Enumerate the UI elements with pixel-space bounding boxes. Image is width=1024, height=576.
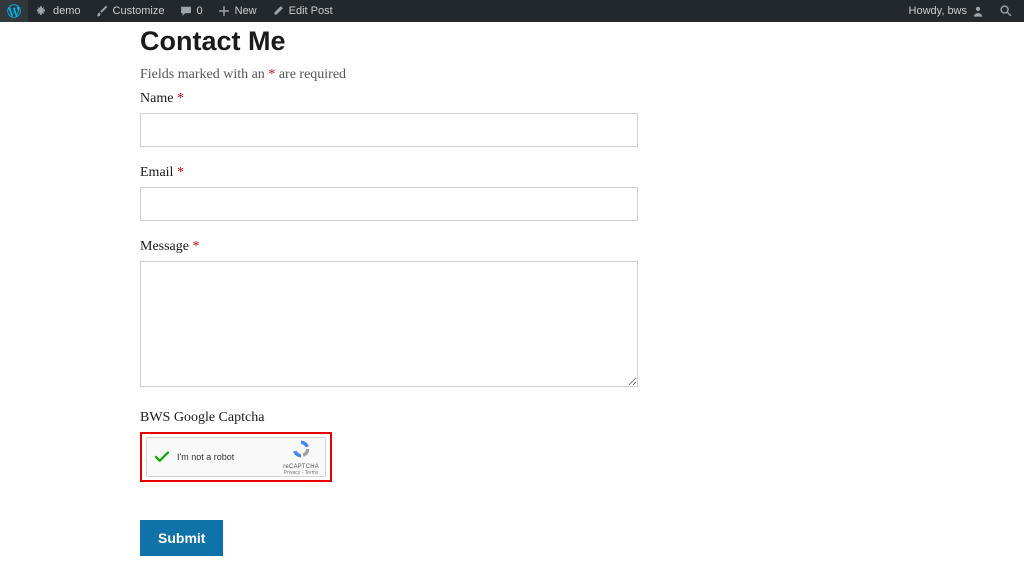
new-content-link[interactable]: New	[210, 0, 264, 22]
site-name-text: demo	[53, 5, 81, 17]
recaptcha-brand-text: reCAPTCHA	[283, 464, 319, 470]
message-textarea[interactable]	[140, 261, 638, 387]
name-label-text: Name	[140, 91, 173, 106]
comments-count: 0	[197, 5, 203, 17]
recaptcha-logo-icon	[291, 446, 311, 463]
captcha-highlight-box: I'm not a robot reCAPTCHA Privacy - Term…	[140, 432, 332, 482]
wp-admin-bar: demo Customize 0 New Edit Post	[0, 0, 1024, 22]
asterisk-icon: *	[193, 239, 200, 254]
wp-logo-menu[interactable]	[0, 0, 28, 22]
search-icon	[999, 4, 1013, 18]
asterisk-icon: *	[268, 67, 275, 82]
adminbar-right: Howdy, bws	[902, 0, 1024, 22]
name-label: Name *	[140, 91, 780, 107]
name-input[interactable]	[140, 113, 638, 147]
dashboard-icon	[35, 4, 49, 18]
submit-button[interactable]: Submit	[140, 520, 223, 556]
email-input[interactable]	[140, 187, 638, 221]
customize-label: Customize	[113, 5, 165, 17]
comment-icon	[179, 4, 193, 18]
comments-link[interactable]: 0	[172, 0, 210, 22]
asterisk-icon: *	[177, 165, 184, 180]
howdy-prefix: Howdy,	[909, 5, 948, 17]
wordpress-icon	[7, 4, 21, 18]
search-toggle[interactable]	[992, 0, 1020, 22]
recaptcha-badge: reCAPTCHA Privacy - Terms	[283, 439, 319, 476]
howdy-text: Howdy, bws	[909, 5, 967, 17]
new-label: New	[235, 5, 257, 17]
user-name: bws	[947, 5, 967, 17]
email-field-wrap: Email *	[140, 165, 780, 221]
recaptcha-text: I'm not a robot	[177, 452, 283, 462]
recaptcha-checkmark-icon	[153, 448, 171, 466]
edit-post-label: Edit Post	[289, 5, 333, 17]
email-label: Email *	[140, 165, 780, 181]
email-label-text: Email	[140, 165, 173, 180]
user-avatar-icon	[971, 4, 985, 18]
required-fields-note: Fields marked with an * are required	[140, 67, 780, 83]
content-area: Contact Me Fields marked with an * are r…	[140, 22, 780, 556]
customize-link[interactable]: Customize	[88, 0, 172, 22]
recaptcha-widget[interactable]: I'm not a robot reCAPTCHA Privacy - Term…	[146, 437, 326, 477]
asterisk-icon: *	[177, 91, 184, 106]
adminbar-left: demo Customize 0 New Edit Post	[0, 0, 340, 22]
recaptcha-links-text: Privacy - Terms	[283, 470, 319, 476]
site-name-menu[interactable]: demo	[28, 0, 88, 22]
reqnote-prefix: Fields marked with an	[140, 67, 265, 82]
reqnote-suffix: are required	[279, 67, 346, 82]
pencil-icon	[271, 4, 285, 18]
name-field-wrap: Name *	[140, 91, 780, 147]
plus-icon	[217, 4, 231, 18]
message-label-text: Message	[140, 239, 189, 254]
page-body: Contact Me Fields marked with an * are r…	[0, 22, 1024, 576]
captcha-field-wrap: BWS Google Captcha I'm not a robot	[140, 410, 780, 482]
captcha-label: BWS Google Captcha	[140, 410, 780, 426]
brush-icon	[95, 4, 109, 18]
message-label: Message *	[140, 239, 780, 255]
user-account-menu[interactable]: Howdy, bws	[902, 0, 992, 22]
page-title: Contact Me	[140, 26, 780, 57]
edit-post-link[interactable]: Edit Post	[264, 0, 340, 22]
message-field-wrap: Message *	[140, 239, 780, 392]
